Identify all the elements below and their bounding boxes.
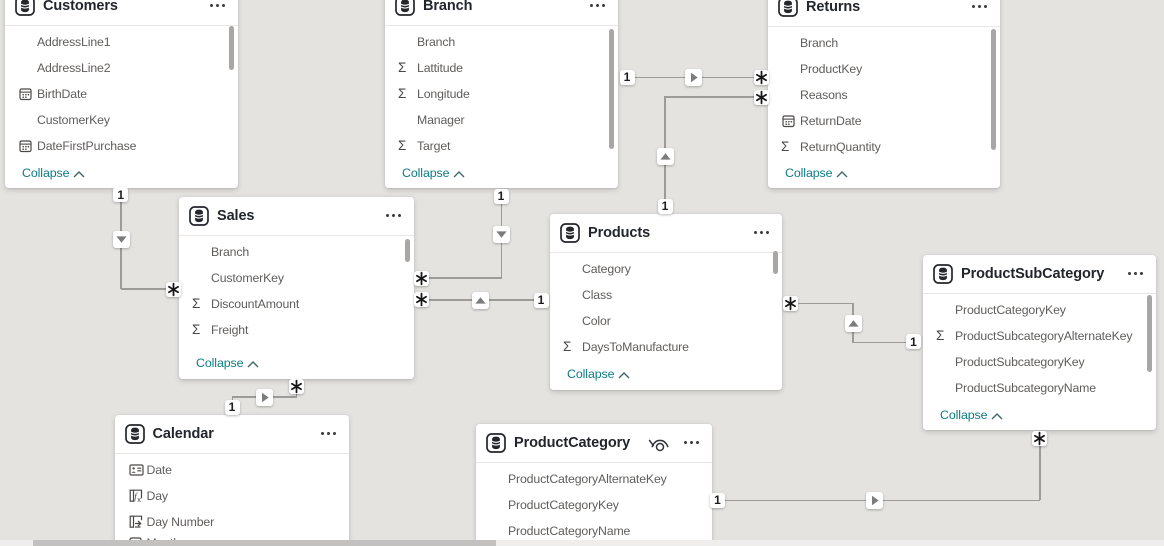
svg-text:x: x	[137, 495, 141, 503]
